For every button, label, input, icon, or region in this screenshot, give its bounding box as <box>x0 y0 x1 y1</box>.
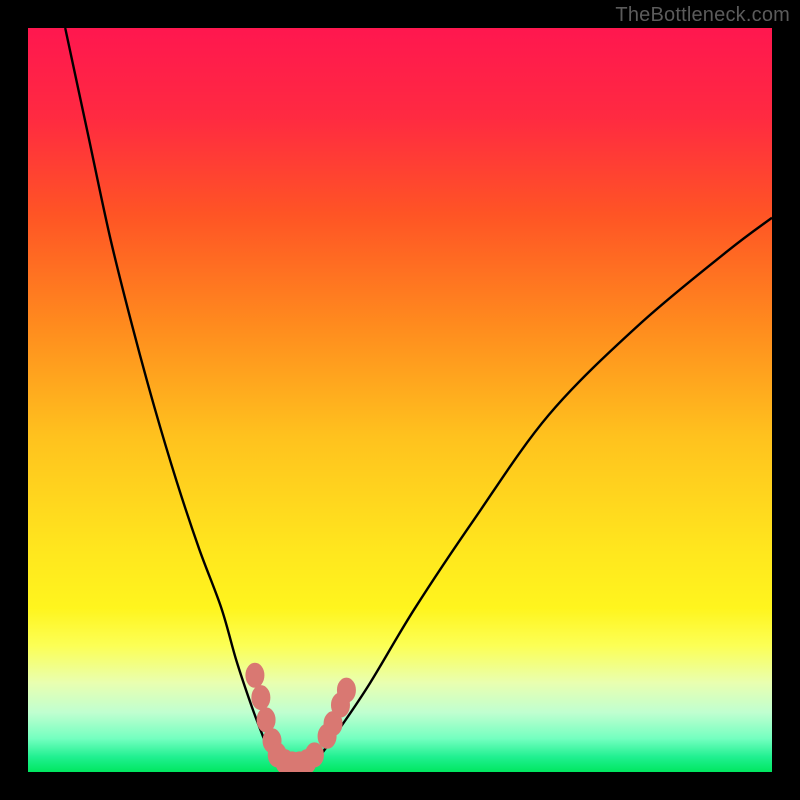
valley-markers <box>246 663 356 772</box>
marker-point <box>337 678 355 702</box>
bottleneck-curve <box>28 28 772 772</box>
chart-frame: TheBottleneck.com <box>0 0 800 800</box>
watermark-text: TheBottleneck.com <box>615 4 790 27</box>
marker-point <box>252 686 270 710</box>
plot-area <box>28 28 772 772</box>
curve-path <box>65 28 772 765</box>
marker-point <box>305 743 323 767</box>
marker-point <box>246 663 264 687</box>
